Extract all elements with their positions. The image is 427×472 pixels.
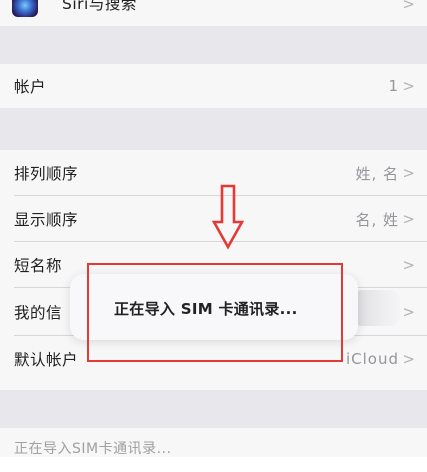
display-order-chevron-icon: > [402, 210, 415, 228]
annotation-arrow-down-icon [212, 184, 244, 250]
default-account-value: iCloud [345, 350, 399, 368]
siri-chevron-icon: > [402, 0, 415, 13]
accounts-chevron-icon: > [402, 77, 415, 95]
short-name-chevron-icon: > [402, 256, 415, 274]
siri-search-label: Siri与搜索 [62, 0, 137, 13]
accounts-count: 1 [388, 77, 399, 95]
sort-order-chevron-icon: > [402, 164, 415, 182]
sort-order-label: 排列顺序 [14, 165, 79, 183]
accounts-label: 帐户 [14, 78, 47, 96]
blurred-background-element [352, 290, 400, 326]
annotation-highlight-box [87, 263, 343, 362]
display-order-value: 名, 姓 [355, 210, 399, 229]
contacts-settings-page: Siri与搜索 > 帐户 1 > 排列顺序 姓, 名 > 显示顺序 名, 姓 >… [0, 0, 427, 472]
import-sim-label: 正在导入SIM卡通讯录... [14, 441, 172, 457]
default-account-chevron-icon: > [402, 350, 415, 368]
short-name-label: 短名称 [14, 257, 63, 275]
sort-order-value: 姓, 名 [355, 164, 399, 183]
my-info-label: 我的信 [14, 304, 63, 322]
siri-search-row[interactable]: Siri与搜索 > [0, 0, 427, 26]
accounts-group: 帐户 1 > [0, 64, 427, 108]
import-sim-group: 正在导入SIM卡通讯录... [0, 428, 427, 472]
siri-icon [12, 0, 38, 17]
default-account-label: 默认帐户 [14, 351, 79, 369]
siri-group: Siri与搜索 > [0, 0, 427, 26]
display-order-label: 显示顺序 [14, 211, 79, 229]
my-info-chevron-icon: > [402, 303, 415, 321]
import-sim-row[interactable]: 正在导入SIM卡通讯录... [0, 428, 427, 472]
accounts-row[interactable]: 帐户 1 > [0, 64, 427, 108]
